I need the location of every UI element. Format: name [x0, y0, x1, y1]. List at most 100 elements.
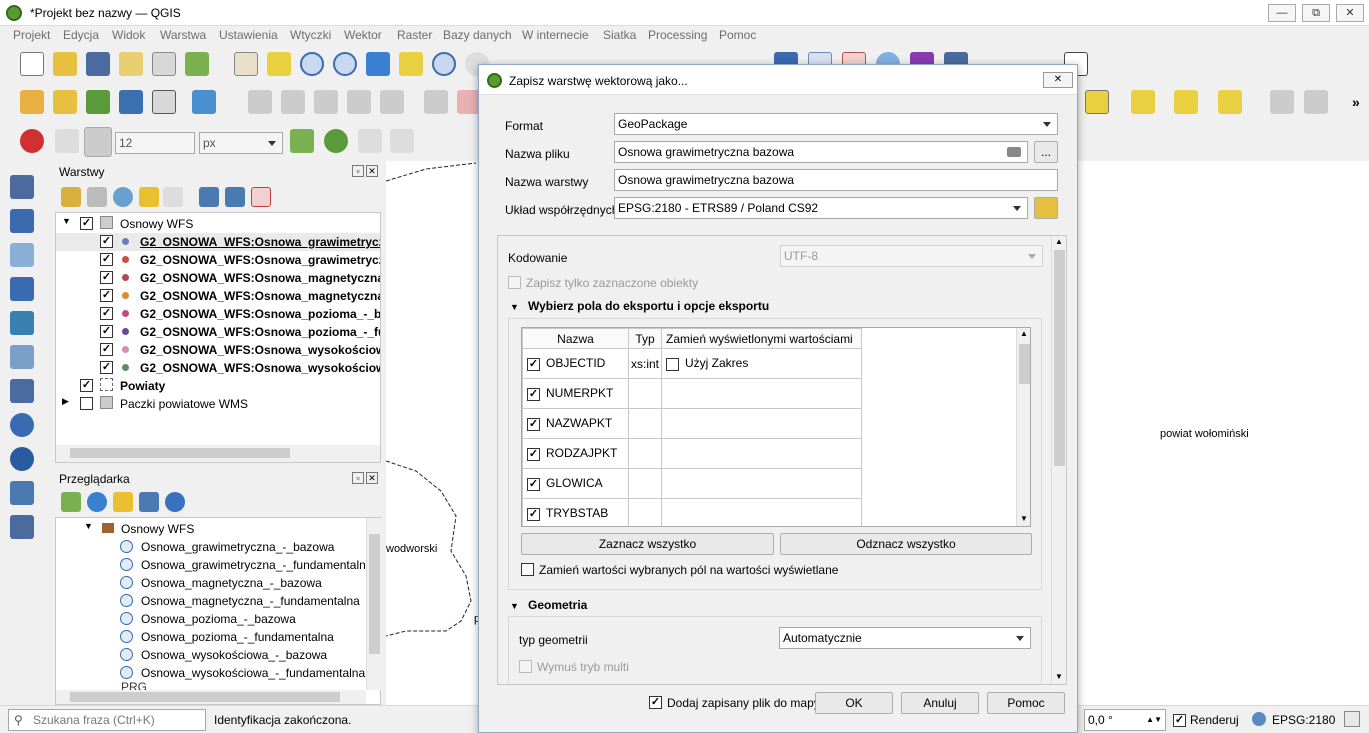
field-export-checkbox[interactable]: ✓	[527, 387, 540, 401]
layer-row[interactable]: ✓ G2_OSNOWA_WFS:Osnowa_wysokościowa_	[56, 341, 380, 359]
save-project-icon[interactable]	[86, 52, 110, 76]
snapping-mode-icon[interactable]	[84, 127, 112, 157]
geometry-type-select[interactable]: Automatycznie	[779, 627, 1031, 649]
scrollbar-thumb[interactable]	[70, 692, 340, 702]
toolbar-overflow-icon[interactable]: »	[1352, 94, 1360, 110]
layer-row[interactable]: ✓ G2_OSNOWA_WFS:Osnowa_magnetyczna_-	[56, 269, 380, 287]
layer-row[interactable]: ✓ G2_OSNOWA_WFS:Osnowa_pozioma_-_fun	[56, 323, 380, 341]
rotation-input[interactable]: 0,0 ° ▲▼	[1084, 709, 1166, 731]
field-replace-cell[interactable]	[661, 468, 863, 499]
crs-select[interactable]: EPSG:2180 - ETRS89 / Poland CS92	[614, 197, 1028, 219]
select-by-value-icon[interactable]	[1131, 90, 1155, 114]
close-window-button[interactable]: ✕	[1336, 4, 1364, 22]
scrollbar-thumb[interactable]	[1019, 344, 1030, 384]
field-replace-cell[interactable]	[661, 498, 863, 526]
scroll-up-icon[interactable]: ▲	[1055, 237, 1063, 246]
collapse-arrow-icon[interactable]: ▼	[84, 521, 93, 531]
remove-layer-icon[interactable]	[251, 187, 271, 207]
add-selected-layers-icon[interactable]	[61, 492, 81, 512]
menu-w-internecie[interactable]: W internecie	[522, 28, 589, 42]
layer-row[interactable]: ✓ G2_OSNOWA_WFS:Osnowa_wysokościowa_	[56, 359, 380, 377]
field-replace-cell[interactable]: Użyj Zakres	[661, 348, 863, 379]
filter-browser-icon[interactable]	[113, 492, 133, 512]
toggle-editing-icon[interactable]	[281, 90, 305, 114]
locator-search-input[interactable]: ⚲ Szukana fraza (Ctrl+K)	[8, 709, 206, 731]
encoding-select[interactable]: UTF-8	[780, 245, 1043, 267]
replace-values-checkbox[interactable]	[521, 563, 534, 576]
add-point-icon[interactable]	[347, 90, 371, 114]
vertex-tool-icon[interactable]	[380, 90, 404, 114]
layout-manager-icon[interactable]	[152, 52, 176, 76]
scroll-down-icon[interactable]: ▼	[1020, 514, 1028, 523]
col-replace-header[interactable]: Zamień wyświetlonymi wartościami	[661, 328, 863, 349]
scrollbar-thumb[interactable]	[1054, 250, 1065, 466]
selected-only-checkbox[interactable]	[508, 276, 521, 289]
browser-hscrollbar[interactable]	[56, 690, 366, 704]
ok-button[interactable]: OK	[815, 692, 893, 714]
float-panel-icon[interactable]: ▫	[352, 472, 364, 484]
info-icon[interactable]	[165, 492, 185, 512]
add-wfs-icon[interactable]	[10, 515, 34, 539]
field-row[interactable]: ✓ NUMERPKT	[522, 378, 863, 409]
add-spatialite-icon[interactable]	[10, 311, 34, 335]
menu-widok[interactable]: Widok	[112, 28, 145, 42]
browse-file-button[interactable]: ...	[1034, 141, 1058, 163]
browser-item[interactable]: Osnowa_grawimetryczna_-_bazowa	[56, 538, 366, 556]
layer-visibility-checkbox[interactable]: ✓	[100, 289, 113, 302]
menu-pomoc[interactable]: Pomoc	[719, 28, 756, 42]
field-replace-cell[interactable]	[661, 438, 863, 469]
crs-selector-button[interactable]	[1034, 197, 1058, 219]
field-export-checkbox[interactable]: ✓	[527, 417, 540, 431]
render-checkbox[interactable]: ✓	[1173, 714, 1186, 727]
browser-item[interactable]: Osnowa_magnetyczna_-_bazowa	[56, 574, 366, 592]
section-collapse-icon[interactable]: ▼	[510, 302, 519, 312]
layer-visibility-checkbox[interactable]	[80, 397, 93, 410]
pan-to-selection-icon[interactable]	[267, 52, 291, 76]
fields-section-title[interactable]: Wybierz pola do eksportu i opcje eksport…	[528, 299, 769, 313]
modify-attributes-icon[interactable]	[424, 90, 448, 114]
use-range-checkbox[interactable]	[666, 357, 680, 371]
minimize-button[interactable]: —	[1268, 4, 1296, 22]
format-select[interactable]: GeoPackage	[614, 113, 1058, 135]
add-to-map-checkbox[interactable]: ✓	[649, 696, 662, 709]
snapping-intersection-icon[interactable]	[324, 129, 348, 153]
field-name-cell[interactable]: ✓ NUMERPKT	[522, 378, 629, 409]
scrollbar-thumb[interactable]	[70, 448, 290, 458]
scrollbar-thumb[interactable]	[369, 534, 380, 654]
geometry-section-title[interactable]: Geometria	[528, 598, 587, 612]
topological-editing-icon[interactable]	[290, 129, 314, 153]
select-location-icon[interactable]	[1218, 90, 1242, 114]
float-panel-icon[interactable]: ▫	[352, 165, 364, 177]
menu-warstwa[interactable]: Warstwa	[160, 28, 206, 42]
add-wms-icon[interactable]	[10, 413, 34, 437]
add-point-feature-icon[interactable]	[1270, 90, 1294, 114]
new-vector-layer-icon[interactable]	[10, 175, 34, 199]
current-edits-icon[interactable]	[248, 90, 272, 114]
layer-row-paczki[interactable]: ▶ Paczki powiatowe WMS	[56, 395, 376, 413]
options-vscrollbar[interactable]: ▲ ▼	[1051, 236, 1066, 684]
collapse-all-icon[interactable]	[225, 187, 245, 207]
select-features-icon[interactable]	[1085, 90, 1109, 114]
snapping-unit-select[interactable]: px	[199, 132, 283, 154]
menu-processing[interactable]: Processing	[648, 28, 707, 42]
messages-icon[interactable]	[1344, 711, 1360, 727]
collapse-all-icon[interactable]	[139, 492, 159, 512]
snapping-tolerance-input[interactable]: 12	[115, 132, 195, 154]
field-export-checkbox[interactable]: ✓	[527, 507, 540, 521]
add-wcs-icon[interactable]	[10, 481, 34, 505]
trace-icon[interactable]	[358, 129, 382, 153]
zoom-full-icon[interactable]	[366, 52, 390, 76]
deselect-all-button[interactable]: Odznacz wszystko	[780, 533, 1032, 555]
field-export-checkbox[interactable]: ✓	[527, 477, 540, 491]
add-raster-layer-icon[interactable]	[10, 209, 34, 233]
snapping-magnet-icon[interactable]	[20, 129, 44, 153]
new-project-icon[interactable]	[20, 52, 44, 76]
field-export-checkbox[interactable]: ✓	[527, 447, 540, 461]
file-name-input[interactable]: Osnowa grawimetryczna bazowa	[614, 141, 1028, 163]
field-name-cell[interactable]: ✓ GLOWICA	[522, 468, 629, 499]
save-edits-icon[interactable]	[314, 90, 338, 114]
add-geopackage-icon[interactable]	[53, 90, 77, 114]
group-visibility-checkbox[interactable]: ✓	[80, 217, 93, 230]
menu-wektor[interactable]: Wektor	[344, 28, 382, 42]
field-row[interactable]: ✓ TRYBSTAB	[522, 498, 863, 526]
